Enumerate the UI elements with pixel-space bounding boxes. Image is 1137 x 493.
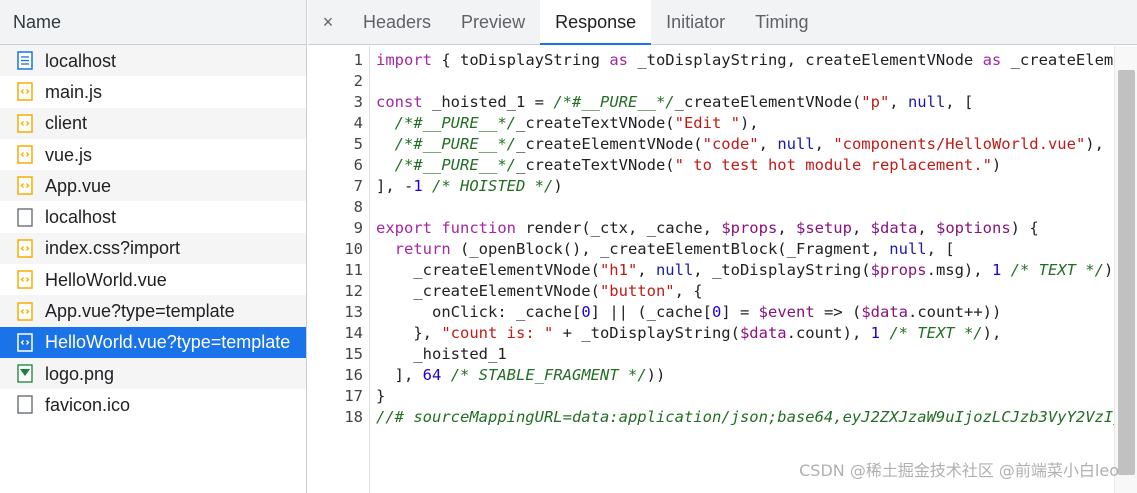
request-row[interactable]: HelloWorld.vue bbox=[0, 264, 306, 295]
tab-preview[interactable]: Preview bbox=[446, 0, 540, 44]
request-name: client bbox=[45, 113, 88, 134]
request-name: App.vue bbox=[45, 175, 112, 196]
code-line: //# sourceMappingURL=data:application/js… bbox=[376, 408, 1137, 426]
request-name: localhost bbox=[45, 50, 117, 71]
line-number: 15 bbox=[344, 345, 363, 363]
request-row[interactable]: index.css?import bbox=[0, 232, 306, 265]
script-file-icon bbox=[17, 333, 45, 352]
request-name: vue.js bbox=[45, 144, 93, 165]
response-code-viewer: 1 2 3 4 5 6 7 8 9 10 11 12 13 14 15 16 17 18 import { toD… bbox=[308, 46, 1137, 493]
line-number-gutter: 1 2 3 4 5 6 7 8 9 10 11 12 13 14 15 16 17 18 bbox=[308, 46, 370, 493]
request-row[interactable]: logo.png bbox=[0, 357, 306, 390]
code-line: _hoisted_1 bbox=[376, 345, 507, 363]
request-list: localhost main.js client vue.js App.vue local… bbox=[0, 45, 306, 421]
line-number: 13 bbox=[344, 303, 363, 321]
watermark-text: CSDN @稀土掘金技术社区 @前端菜小白leo bbox=[799, 461, 1119, 480]
line-number: 7 bbox=[353, 177, 363, 195]
line-number: 10 bbox=[344, 240, 363, 258]
line-number: 6 bbox=[353, 156, 363, 174]
request-list-panel: Name localhost main.js client vue.js App.vue… bbox=[0, 0, 307, 493]
line-number: 5 bbox=[353, 135, 363, 153]
response-panel: × Headers Preview Response Initiator Timing … bbox=[308, 0, 1137, 493]
request-name: HelloWorld.vue bbox=[45, 269, 167, 290]
code-line: export function render(_ctx, _cache, $pr… bbox=[376, 219, 1039, 237]
line-number: 9 bbox=[353, 219, 363, 237]
code-line: import { toDisplayString as _toDisplaySt… bbox=[376, 51, 1137, 69]
line-number: 17 bbox=[344, 387, 363, 405]
line-number: 16 bbox=[344, 366, 363, 384]
detail-tab-bar: × Headers Preview Response Initiator Timing bbox=[308, 0, 1137, 45]
request-name: App.vue?type=template bbox=[45, 301, 235, 322]
vertical-scrollbar[interactable] bbox=[1114, 46, 1137, 493]
request-row[interactable]: main.js bbox=[0, 76, 306, 107]
script-file-icon bbox=[17, 145, 45, 164]
tab-timing[interactable]: Timing bbox=[740, 0, 823, 44]
request-row[interactable]: localhost bbox=[0, 201, 306, 232]
request-name: logo.png bbox=[45, 363, 115, 384]
script-file-icon bbox=[17, 113, 45, 133]
line-number: 3 bbox=[353, 93, 363, 111]
line-number: 2 bbox=[353, 72, 363, 90]
script-file-icon bbox=[17, 176, 45, 196]
line-number: 11 bbox=[344, 261, 363, 279]
request-name: index.css?import bbox=[45, 238, 181, 259]
code-line: return (_openBlock(), _createElementBloc… bbox=[394, 240, 955, 258]
code-line: } bbox=[376, 387, 386, 405]
script-file-icon bbox=[17, 270, 45, 289]
tab-headers[interactable]: Headers bbox=[348, 0, 446, 44]
scrollbar-thumb[interactable] bbox=[1118, 70, 1135, 475]
tab-response[interactable]: Response bbox=[540, 0, 652, 45]
code-line: _createElementVNode("h1", null, _toDispl… bbox=[376, 261, 1122, 279]
request-row[interactable]: App.vue?type=template bbox=[0, 295, 306, 327]
line-number: 8 bbox=[353, 198, 363, 216]
document-icon bbox=[17, 51, 45, 70]
name-column-header[interactable]: Name bbox=[0, 0, 306, 45]
request-row[interactable]: localhost bbox=[0, 45, 306, 77]
request-row[interactable]: App.vue bbox=[0, 170, 306, 202]
code-line: }, "count is: " + _toDisplayString($data… bbox=[376, 324, 1002, 342]
code-line: _createElementVNode("button", { bbox=[376, 282, 703, 300]
request-name: localhost bbox=[45, 207, 117, 228]
request-row[interactable]: client bbox=[0, 107, 306, 139]
request-row[interactable]: favicon.ico bbox=[0, 389, 306, 420]
request-name: HelloWorld.vue?type=template bbox=[45, 332, 291, 353]
name-column-label: Name bbox=[13, 11, 62, 32]
script-file-icon bbox=[17, 82, 45, 102]
close-icon[interactable]: × bbox=[308, 0, 348, 44]
line-number: 1 bbox=[353, 51, 363, 69]
image-file-icon bbox=[17, 364, 45, 383]
line-number: 12 bbox=[344, 282, 363, 300]
line-number: 14 bbox=[344, 324, 363, 342]
blank-file-icon bbox=[17, 395, 45, 415]
script-file-icon bbox=[17, 301, 45, 321]
request-name: main.js bbox=[45, 81, 103, 102]
request-row[interactable]: vue.js bbox=[0, 139, 306, 170]
code-line: ], 64 /* STABLE_FRAGMENT */)) bbox=[376, 366, 666, 384]
code-line: onClick: _cache[0] || (_cache[0] = $even… bbox=[376, 303, 1002, 321]
request-name: favicon.ico bbox=[45, 394, 131, 415]
request-row[interactable]: HelloWorld.vue?type=template bbox=[0, 326, 306, 358]
blank-file-icon bbox=[17, 207, 45, 227]
code-content[interactable]: import { toDisplayString as _toDisplaySt… bbox=[370, 46, 1137, 493]
tab-initiator[interactable]: Initiator bbox=[651, 0, 740, 44]
code-line: /*#__PURE__*/_createTextVNode(" to test … bbox=[394, 156, 1002, 174]
line-number: 4 bbox=[353, 114, 363, 132]
code-line: /*#__PURE__*/_createTextVNode("Edit "), bbox=[394, 114, 759, 132]
code-line: /*#__PURE__*/_createElementVNode("code",… bbox=[394, 135, 1104, 153]
code-line: const _hoisted_1 = /*#__PURE__*/_createE… bbox=[376, 93, 974, 111]
line-number: 18 bbox=[344, 408, 363, 426]
code-line: ], -1 /* HOISTED */) bbox=[376, 177, 563, 195]
script-file-icon bbox=[17, 239, 45, 258]
